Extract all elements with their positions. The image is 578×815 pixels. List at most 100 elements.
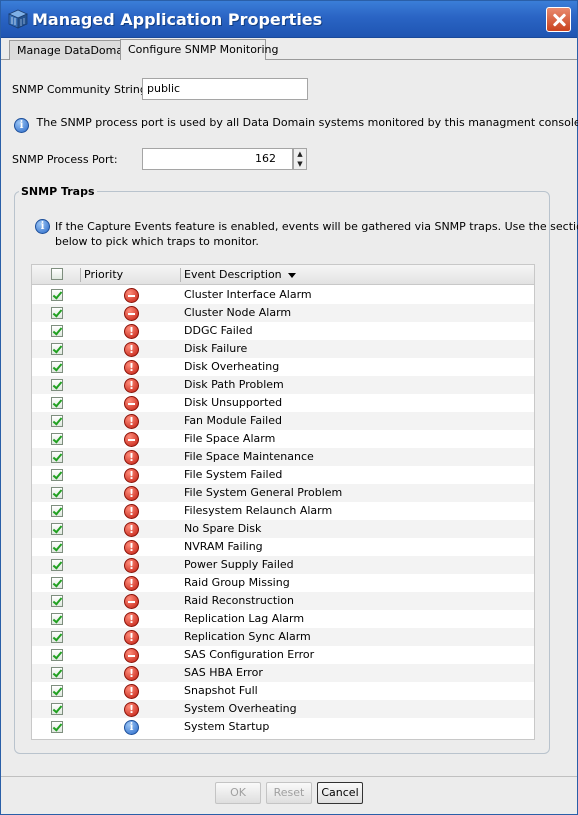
table-row[interactable]: i System Startup	[32, 718, 534, 736]
trap-enabled-checkbox[interactable]	[51, 649, 63, 661]
cancel-button[interactable]: Cancel	[317, 782, 363, 804]
trap-enabled-checkbox[interactable]	[51, 325, 63, 337]
trap-enabled-checkbox[interactable]	[51, 397, 63, 409]
event-description: NVRAM Failing	[184, 540, 263, 553]
table-row[interactable]: ! File System Failed	[32, 466, 534, 484]
table-header: Priority Event Description	[32, 265, 534, 285]
table-row[interactable]: Raid Reconstruction	[32, 592, 534, 610]
warning-priority-icon: !	[124, 360, 139, 375]
event-description: Disk Unsupported	[184, 396, 283, 409]
warning-priority-icon: !	[124, 522, 139, 537]
critical-priority-icon	[124, 432, 139, 447]
close-button[interactable]	[546, 7, 571, 32]
table-row[interactable]: ! Snapshot Full	[32, 682, 534, 700]
trap-enabled-checkbox[interactable]	[51, 541, 63, 553]
tab-manage-datadomain[interactable]: Manage DataDomain	[9, 40, 133, 60]
event-description: Cluster Interface Alarm	[184, 288, 312, 301]
reset-button[interactable]: Reset	[266, 782, 312, 804]
table-row[interactable]: ! Raid Group Missing	[32, 574, 534, 592]
community-string-input[interactable]: public	[142, 78, 308, 100]
table-row[interactable]: ! Filesystem Relaunch Alarm	[32, 502, 534, 520]
table-row[interactable]: ! DDGC Failed	[32, 322, 534, 340]
trap-enabled-checkbox[interactable]	[51, 307, 63, 319]
trap-enabled-checkbox[interactable]	[51, 451, 63, 463]
trap-enabled-checkbox[interactable]	[51, 523, 63, 535]
trap-enabled-checkbox[interactable]	[51, 361, 63, 373]
trap-enabled-checkbox[interactable]	[51, 505, 63, 517]
warning-priority-icon: !	[124, 630, 139, 645]
table-row[interactable]: ! SAS HBA Error	[32, 664, 534, 682]
event-description: Disk Failure	[184, 342, 248, 355]
process-port-input[interactable]: 162	[142, 148, 293, 170]
event-description: DDGC Failed	[184, 324, 253, 337]
table-row[interactable]: ! File Space Maintenance	[32, 448, 534, 466]
sort-descending-icon	[287, 272, 296, 278]
table-row[interactable]: ! Fan Module Failed	[32, 412, 534, 430]
table-row[interactable]: Cluster Interface Alarm	[32, 286, 534, 304]
trap-enabled-checkbox[interactable]	[51, 613, 63, 625]
trap-enabled-checkbox[interactable]	[51, 577, 63, 589]
trap-enabled-checkbox[interactable]	[51, 433, 63, 445]
title-bar[interactable]: Managed Application Properties	[1, 1, 577, 38]
spin-down-icon[interactable]: ▼	[294, 159, 306, 169]
event-description: File System Failed	[184, 468, 283, 481]
info-icon: i	[14, 118, 29, 133]
trap-enabled-checkbox[interactable]	[51, 667, 63, 679]
event-description: SAS Configuration Error	[184, 648, 315, 661]
event-description: SAS HBA Error	[184, 666, 263, 679]
warning-priority-icon: !	[124, 504, 139, 519]
table-row[interactable]: ! Replication Lag Alarm	[32, 610, 534, 628]
warning-priority-icon: !	[124, 324, 139, 339]
event-description: Filesystem Relaunch Alarm	[184, 504, 333, 517]
trap-enabled-checkbox[interactable]	[51, 559, 63, 571]
port-spinner[interactable]: ▲ ▼	[293, 148, 307, 170]
warning-priority-icon: !	[124, 414, 139, 429]
trap-enabled-checkbox[interactable]	[51, 415, 63, 427]
table-row[interactable]: ! File System General Problem	[32, 484, 534, 502]
footer-divider	[1, 776, 577, 777]
info-icon: i	[35, 219, 50, 234]
table-row[interactable]: Cluster Node Alarm	[32, 304, 534, 322]
dialog-title: Managed Application Properties	[32, 10, 323, 29]
ok-button[interactable]: OK	[215, 782, 261, 804]
table-row[interactable]: ! Disk Overheating	[32, 358, 534, 376]
trap-enabled-checkbox[interactable]	[51, 343, 63, 355]
trap-enabled-checkbox[interactable]	[51, 379, 63, 391]
trap-enabled-checkbox[interactable]	[51, 703, 63, 715]
table-row[interactable]: ! No Spare Disk	[32, 520, 534, 538]
table-row[interactable]: ! Disk Path Problem	[32, 376, 534, 394]
warning-priority-icon: !	[124, 702, 139, 717]
table-row[interactable]: File Space Alarm	[32, 430, 534, 448]
process-port-label: SNMP Process Port:	[12, 153, 118, 166]
tab-configure-snmp-monitoring[interactable]: Configure SNMP Monitoring	[120, 39, 278, 60]
trap-enabled-checkbox[interactable]	[51, 685, 63, 697]
trap-enabled-checkbox[interactable]	[51, 469, 63, 481]
spin-up-icon[interactable]: ▲	[294, 149, 306, 159]
table-row[interactable]: SAS Configuration Error	[32, 646, 534, 664]
table-row[interactable]: ! Power Supply Failed	[32, 556, 534, 574]
priority-column-header[interactable]: Priority	[84, 268, 123, 281]
trap-enabled-checkbox[interactable]	[51, 631, 63, 643]
table-row[interactable]: ! Disk Failure	[32, 340, 534, 358]
event-description: Disk Overheating	[184, 360, 280, 373]
warning-priority-icon: !	[124, 612, 139, 627]
select-all-checkbox[interactable]	[51, 268, 63, 280]
table-row[interactable]: ! Replication Sync Alarm	[32, 628, 534, 646]
trap-enabled-checkbox[interactable]	[51, 487, 63, 499]
event-description: Raid Group Missing	[184, 576, 290, 589]
port-info-text: The SNMP process port is used by all Dat…	[36, 116, 578, 129]
event-description: Disk Path Problem	[184, 378, 284, 391]
event-description: Raid Reconstruction	[184, 594, 294, 607]
trap-enabled-checkbox[interactable]	[51, 289, 63, 301]
description-column-header[interactable]: Event Description	[184, 268, 296, 281]
warning-priority-icon: !	[124, 468, 139, 483]
table-row[interactable]: Disk Unsupported	[32, 394, 534, 412]
table-row[interactable]: ! System Overheating	[32, 700, 534, 718]
traps-info-line-1: If the Capture Events feature is enabled…	[55, 220, 578, 233]
warning-priority-icon: !	[124, 450, 139, 465]
event-description: No Spare Disk	[184, 522, 262, 535]
event-description: File Space Maintenance	[184, 450, 314, 463]
table-row[interactable]: ! NVRAM Failing	[32, 538, 534, 556]
trap-enabled-checkbox[interactable]	[51, 595, 63, 607]
trap-enabled-checkbox[interactable]	[51, 721, 63, 733]
